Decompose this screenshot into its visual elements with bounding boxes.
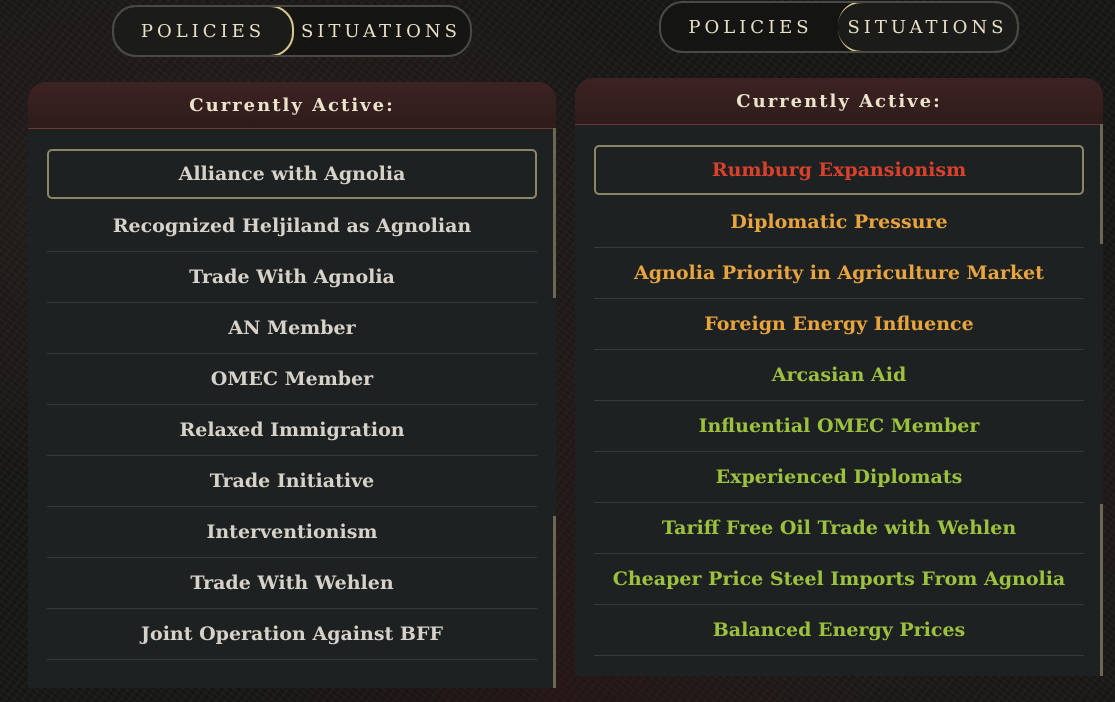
- scrollbar-thumb[interactable]: [1100, 504, 1103, 676]
- active-list: Rumburg Expansionism Diplomatic Pressure A…: [594, 145, 1084, 656]
- list-item-label: Trade With Wehlen: [190, 572, 394, 594]
- active-list: Alliance with Agnolia Recognized Heljilan…: [47, 149, 537, 660]
- panel-header: Currently Active:: [28, 82, 556, 129]
- list-item-label: Relaxed Immigration: [179, 419, 405, 441]
- scrollbar-thumb[interactable]: [553, 516, 556, 688]
- tab-situations[interactable]: SITUATIONS: [292, 7, 470, 55]
- list-item[interactable]: Trade With Agnolia: [47, 252, 537, 303]
- list-item-label: Balanced Energy Prices: [712, 619, 966, 641]
- list-item[interactable]: Joint Operation Against BFF: [47, 609, 537, 660]
- list-item[interactable]: Foreign Energy Influence: [594, 299, 1084, 350]
- list-item[interactable]: Recognized Heljiland as Agnolian: [47, 201, 537, 252]
- list-item[interactable]: Arcasian Aid: [594, 350, 1084, 401]
- list-item-label: Rumburg Expansionism: [711, 159, 967, 181]
- list-item[interactable]: Diplomatic Pressure: [594, 197, 1084, 248]
- view-tabs: POLICIES SITUATIONS: [659, 1, 1019, 53]
- list-item-label: Agnolia Priority in Agriculture Market: [634, 262, 1044, 284]
- list-item[interactable]: Tariff Free Oil Trade with Wehlen: [594, 503, 1084, 554]
- list-item-label: Trade Initiative: [209, 470, 375, 492]
- list-item-label: Interventionism: [206, 521, 378, 543]
- list-item[interactable]: Relaxed Immigration: [47, 405, 537, 456]
- list-item[interactable]: Agnolia Priority in Agriculture Market: [594, 248, 1084, 299]
- list-item[interactable]: OMEC Member: [47, 354, 537, 405]
- list-item-label: Foreign Energy Influence: [704, 313, 974, 335]
- tab-policies[interactable]: POLICIES: [661, 3, 840, 51]
- view-tabs: POLICIES SITUATIONS: [112, 5, 472, 57]
- scrollbar-thumb[interactable]: [1100, 124, 1103, 244]
- list-item-selected[interactable]: Alliance with Agnolia: [47, 149, 537, 199]
- list-item-selected[interactable]: Rumburg Expansionism: [594, 145, 1084, 195]
- list-item-label: Diplomatic Pressure: [730, 211, 948, 233]
- list-item[interactable]: Trade Initiative: [47, 456, 537, 507]
- list-item-label: Recognized Heljiland as Agnolian: [112, 215, 472, 237]
- active-list-panel: Currently Active: Alliance with Agnolia R…: [28, 82, 556, 688]
- list-item-label: Influential OMEC Member: [698, 415, 980, 437]
- list-item-label: Trade With Agnolia: [189, 266, 395, 288]
- list-item-label: Joint Operation Against BFF: [141, 623, 443, 645]
- list-item[interactable]: AN Member: [47, 303, 537, 354]
- active-list-panel: Currently Active: Rumburg Expansionism Di…: [575, 78, 1103, 676]
- tab-situations[interactable]: SITUATIONS: [838, 3, 1017, 51]
- list-item-label: Tariff Free Oil Trade with Wehlen: [661, 517, 1017, 539]
- list-item[interactable]: Balanced Energy Prices: [594, 605, 1084, 656]
- list-item[interactable]: Influential OMEC Member: [594, 401, 1084, 452]
- scrollbar-thumb[interactable]: [553, 128, 556, 298]
- tab-policies[interactable]: POLICIES: [114, 7, 294, 55]
- list-item[interactable]: Experienced Diplomats: [594, 452, 1084, 503]
- panel-header: Currently Active:: [575, 78, 1103, 125]
- list-item-label: Cheaper Price Steel Imports From Agnolia: [612, 568, 1066, 590]
- list-item[interactable]: Trade With Wehlen: [47, 558, 537, 609]
- list-item[interactable]: Interventionism: [47, 507, 537, 558]
- list-item-label: Alliance with Agnolia: [178, 163, 406, 185]
- list-item-label: OMEC Member: [210, 368, 374, 390]
- list-item-label: Experienced Diplomats: [715, 466, 963, 488]
- list-item[interactable]: Cheaper Price Steel Imports From Agnolia: [594, 554, 1084, 605]
- list-item-label: Arcasian Aid: [771, 364, 907, 386]
- list-item-label: AN Member: [228, 317, 356, 339]
